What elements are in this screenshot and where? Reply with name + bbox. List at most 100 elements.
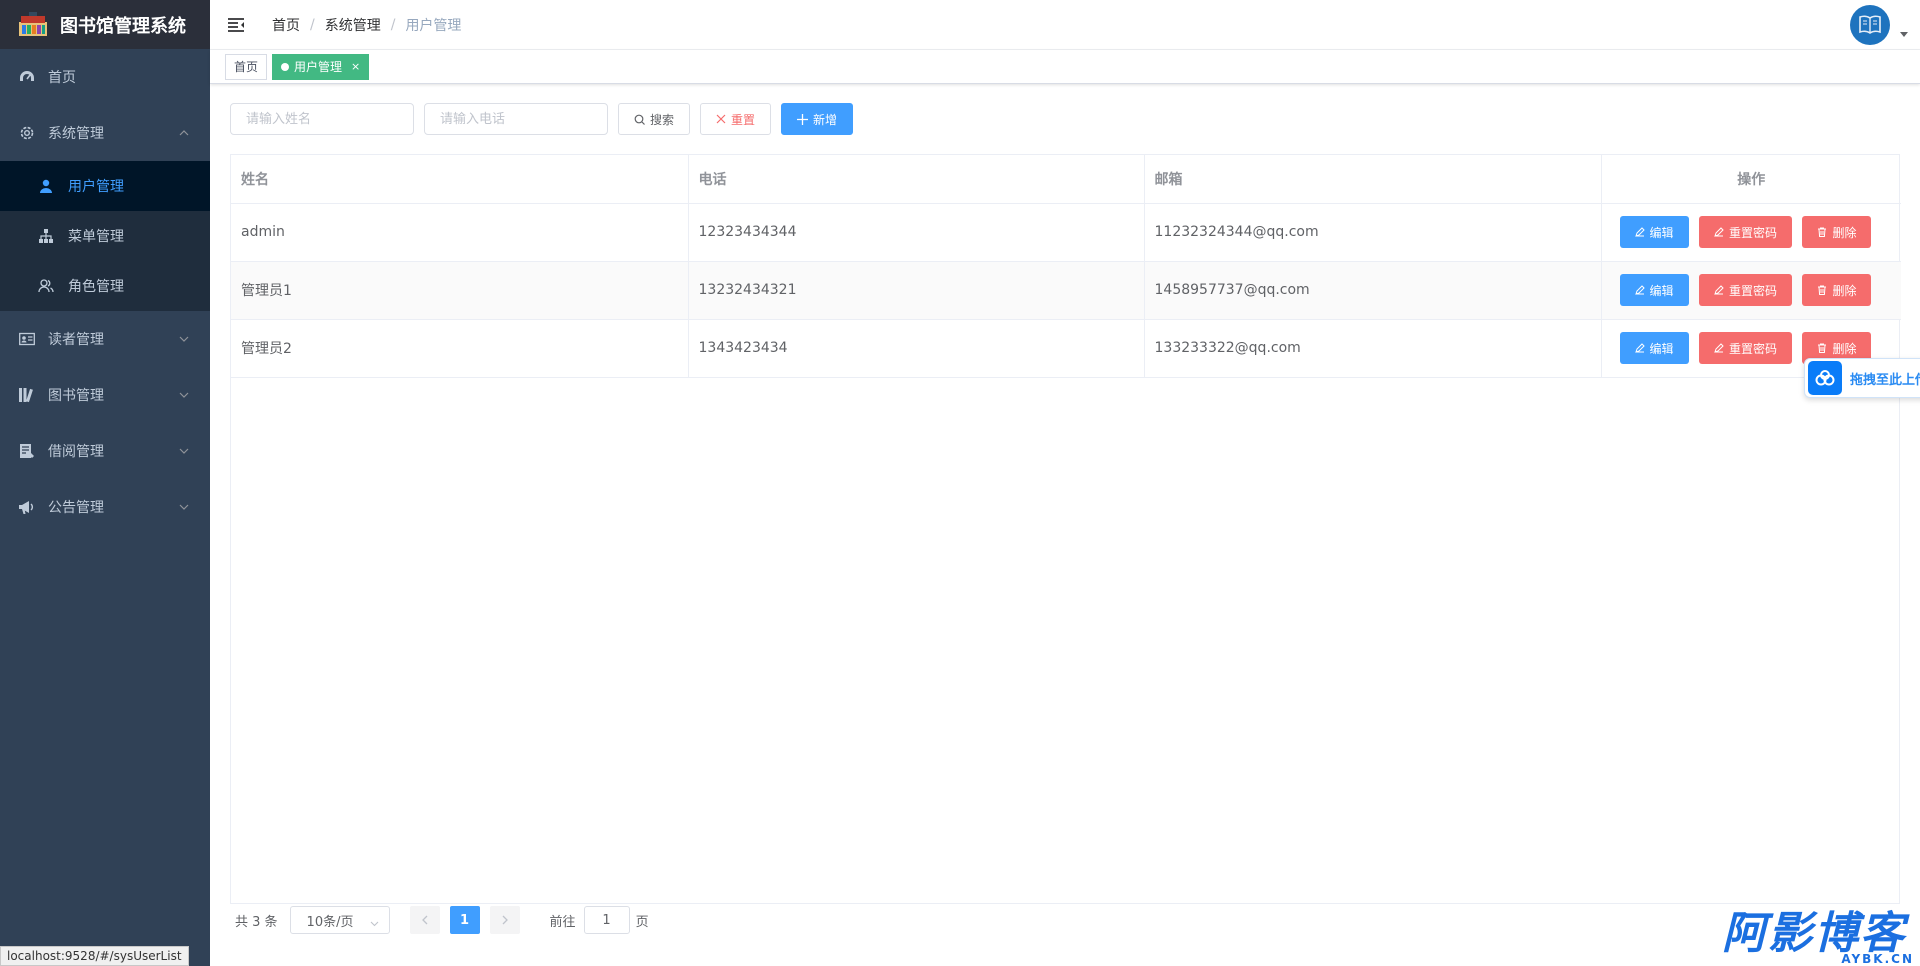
tag-user-management[interactable]: 用户管理 × xyxy=(272,53,370,80)
list-doc-icon xyxy=(18,442,36,460)
reset-button[interactable]: 重置 xyxy=(700,103,772,135)
sidebar-item-books[interactable]: 图书管理 xyxy=(0,367,210,423)
sidebar-item-label: 系统管理 xyxy=(48,126,104,142)
breadcrumb-system[interactable]: 系统管理 xyxy=(325,15,381,35)
cell-name: 管理员2 xyxy=(231,319,689,378)
table-row: admin 12323434344 11232324344@qq.com 编辑 … xyxy=(231,203,1901,262)
system-submenu: 用户管理 菜单管理 角色管理 xyxy=(0,161,210,311)
name-search-input[interactable] xyxy=(230,103,414,135)
delete-button-label: 删除 xyxy=(1832,341,1857,356)
delete-button[interactable]: 删除 xyxy=(1802,216,1872,248)
breadcrumb-separator: / xyxy=(310,16,315,33)
sidebar-item-borrow[interactable]: 借阅管理 xyxy=(0,423,210,479)
next-page-button[interactable] xyxy=(489,906,520,934)
tag-label: 首页 xyxy=(234,59,259,74)
page-number-1[interactable]: 1 xyxy=(449,906,480,934)
edit-button[interactable]: 编辑 xyxy=(1619,332,1689,364)
delete-button[interactable]: 删除 xyxy=(1802,274,1872,306)
caret-down-icon[interactable] xyxy=(1900,32,1908,37)
table-row: 管理员1 13232434321 1458957737@qq.com 编辑 重置… xyxy=(231,261,1901,320)
edit-icon xyxy=(1634,227,1645,237)
cell-name: admin xyxy=(231,203,689,262)
page-size-value: 10条/页 xyxy=(306,914,354,930)
add-button[interactable]: 新增 xyxy=(781,103,854,135)
edit-icon xyxy=(1714,343,1724,353)
prev-page-button[interactable] xyxy=(409,906,440,934)
cell-actions: 编辑 重置密码 删除 xyxy=(1601,203,1901,262)
breadcrumb-home[interactable]: 首页 xyxy=(272,15,300,35)
reset-password-button[interactable]: 重置密码 xyxy=(1698,332,1792,364)
chevron-down-icon xyxy=(178,501,190,513)
megaphone-icon xyxy=(18,498,36,516)
peoples-icon xyxy=(38,278,54,294)
sidebar-item-reader[interactable]: 读者管理 xyxy=(0,311,210,367)
drag-upload-label: 拖拽至此上传 xyxy=(1850,372,1920,388)
tree-icon xyxy=(38,228,54,244)
avatar[interactable] xyxy=(1850,5,1890,45)
delete-button-label: 删除 xyxy=(1832,283,1857,298)
id-card-icon xyxy=(18,330,36,348)
dashboard-icon xyxy=(18,68,36,86)
table-header-row: 姓名 电话 邮箱 操作 xyxy=(231,155,1901,204)
sidebar-item-role-management[interactable]: 角色管理 xyxy=(0,261,210,311)
chevron-down-icon xyxy=(178,389,190,401)
page-jumper: 前往 页 xyxy=(550,906,649,934)
browser-status-url: localhost:9528/#/sysUserList xyxy=(0,946,189,966)
cell-phone: 1343423434 xyxy=(688,319,1145,378)
cell-email: 133233322@qq.com xyxy=(1144,319,1602,378)
books-icon xyxy=(18,386,36,404)
sidebar-item-label: 用户管理 xyxy=(68,179,124,195)
gear-icon xyxy=(18,124,36,142)
cell-name: 管理员1 xyxy=(231,261,689,320)
user-table: 姓名 电话 邮箱 操作 admin 12323434344 1123232434… xyxy=(230,154,1901,904)
sidebar-item-home[interactable]: 首页 xyxy=(0,49,210,105)
reset-password-button[interactable]: 重置密码 xyxy=(1698,274,1792,306)
close-icon[interactable]: × xyxy=(351,55,360,79)
search-button[interactable]: 搜索 xyxy=(618,103,691,135)
search-toolbar: 搜索 重置 新增 xyxy=(230,103,863,135)
breadcrumb-separator: / xyxy=(390,16,396,33)
pagination-total: 共 3 条 xyxy=(235,914,278,930)
chevron-down-icon xyxy=(178,333,190,345)
edit-button[interactable]: 编辑 xyxy=(1619,274,1689,306)
chevron-down-icon xyxy=(178,445,190,457)
phone-search-input[interactable] xyxy=(424,103,608,135)
chevron-right-icon xyxy=(502,915,508,925)
cell-phone: 12323434344 xyxy=(688,203,1145,262)
watermark-subtext: AYBK.CN xyxy=(1841,952,1914,966)
goto-page-input[interactable] xyxy=(583,906,630,934)
table-row: 管理员2 1343423434 133233322@qq.com 编辑 重置密码… xyxy=(231,319,1901,378)
reset-password-label: 重置密码 xyxy=(1728,341,1777,356)
edit-button[interactable]: 编辑 xyxy=(1619,216,1689,248)
column-header-name: 姓名 xyxy=(231,155,689,204)
edit-icon xyxy=(1714,285,1724,295)
search-icon xyxy=(634,114,645,125)
chevron-left-icon xyxy=(421,915,428,925)
tag-home[interactable]: 首页 xyxy=(225,53,268,80)
sidebar-item-notice[interactable]: 公告管理 xyxy=(0,479,210,535)
edit-button-label: 编辑 xyxy=(1649,341,1674,356)
reset-password-label: 重置密码 xyxy=(1728,283,1777,298)
hamburger-icon[interactable] xyxy=(226,15,246,35)
edit-icon xyxy=(1714,227,1724,237)
sidebar-item-user-management[interactable]: 用户管理 xyxy=(0,161,210,211)
watermark-logo: 阿影博客 AYBK.CN xyxy=(1722,912,1920,966)
edit-button-label: 编辑 xyxy=(1649,283,1674,298)
edit-icon xyxy=(1634,343,1645,353)
sidebar-item-label: 图书管理 xyxy=(48,388,104,404)
plus-icon xyxy=(797,113,809,125)
sidebar-item-menu-management[interactable]: 菜单管理 xyxy=(0,211,210,261)
reset-password-button[interactable]: 重置密码 xyxy=(1698,216,1792,248)
sidebar-item-label: 借阅管理 xyxy=(48,444,104,460)
chevron-down-icon xyxy=(370,917,379,932)
sidebar-item-label: 菜单管理 xyxy=(68,229,124,245)
sidebar-item-system[interactable]: 系统管理 xyxy=(0,105,210,161)
breadcrumb-current: 用户管理 xyxy=(405,17,462,34)
drag-upload-widget[interactable]: 拖拽至此上传 xyxy=(1804,358,1920,398)
edit-button-label: 编辑 xyxy=(1649,225,1674,240)
page-size-select[interactable]: 10条/页 xyxy=(289,906,390,934)
logo[interactable]: 图书馆管理系统 xyxy=(0,0,210,49)
page-suffix: 页 xyxy=(635,914,649,930)
cell-phone: 13232434321 xyxy=(688,261,1145,320)
cell-email: 1458957737@qq.com xyxy=(1144,261,1602,320)
